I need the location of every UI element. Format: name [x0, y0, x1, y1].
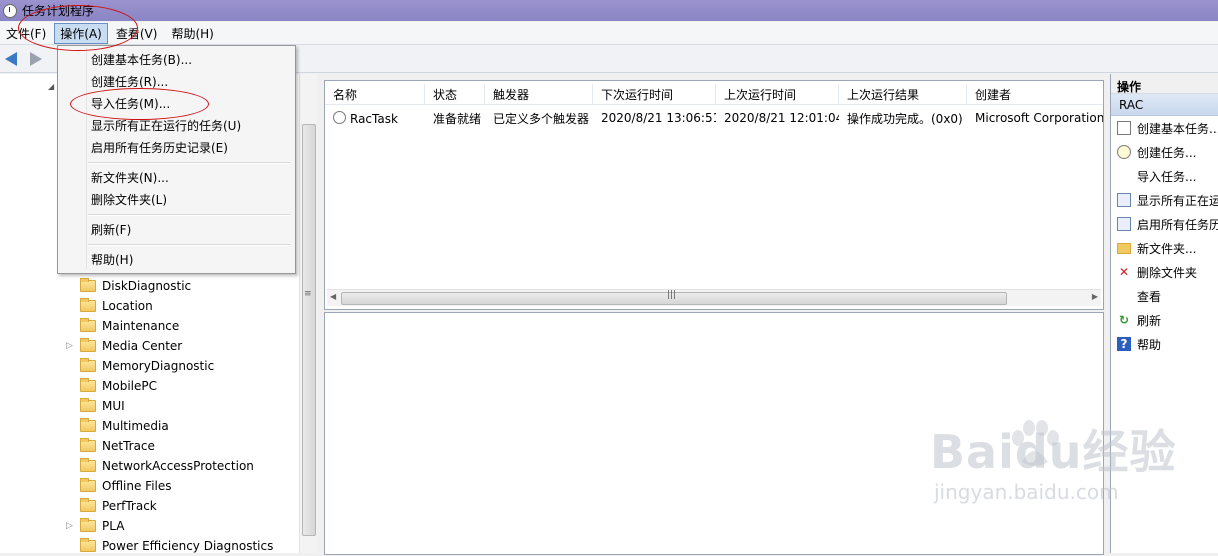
column-header[interactable]: 创建者	[967, 84, 1103, 104]
menu-separator	[88, 162, 291, 164]
column-header[interactable]: 触发器	[485, 84, 593, 104]
menu-item-delete-folder[interactable]: 删除文件夹(L)	[91, 189, 167, 209]
task-list[interactable]: 名称 状态 触发器 下次运行时间 上次运行时间 上次运行结果 创建者 RacTa…	[324, 80, 1104, 310]
action-delete-folder[interactable]: ✕ 删除文件夹	[1111, 260, 1218, 284]
title-bar: 任务计划程序	[0, 0, 1218, 21]
folder-icon	[80, 318, 96, 332]
action-import-task[interactable]: 导入任务...	[1111, 164, 1218, 188]
menu-bar: 文件(F) 操作(A) 查看(V) 帮助(H)	[0, 22, 1218, 45]
menu-item-new-folder[interactable]: 新文件夹(N)...	[91, 167, 169, 187]
menu-item-import-task[interactable]: 导入任务(M)...	[91, 93, 170, 113]
watermark-brand: Baidu经验	[930, 425, 1177, 479]
action-view[interactable]: 查看	[1111, 284, 1218, 308]
folder-icon	[80, 478, 96, 492]
action-refresh[interactable]: ↻ 刷新	[1111, 308, 1218, 332]
tree-item[interactable]: ▷ PLA	[66, 516, 124, 536]
back-arrow-icon[interactable]	[5, 52, 17, 66]
action-help[interactable]: ? 帮助	[1111, 332, 1218, 356]
menu-separator	[88, 214, 291, 216]
menu-view[interactable]: 查看(V)	[110, 23, 164, 44]
tree-item[interactable]: Maintenance	[66, 316, 179, 336]
folder-icon	[80, 278, 96, 292]
menu-item-enable-history[interactable]: 启用所有任务历史记录(E)	[91, 137, 228, 157]
menu-help[interactable]: 帮助(H)	[165, 23, 219, 44]
folder-icon	[80, 538, 96, 552]
menu-item-show-running-tasks[interactable]: 显示所有正在运行的任务(U)	[91, 115, 241, 135]
delete-icon: ✕	[1118, 265, 1130, 279]
tree-item[interactable]: NetTrace	[66, 436, 155, 456]
scroll-right-icon[interactable]: ▶	[1092, 292, 1098, 301]
folder-icon	[80, 338, 96, 352]
help-icon: ?	[1117, 337, 1131, 351]
scroll-grip-icon: ≡	[304, 289, 312, 299]
actions-panel-header: 操作	[1111, 74, 1218, 94]
tree-item[interactable]: ▷ Media Center	[66, 336, 182, 356]
action-enable-history[interactable]: 启用所有任务历史记录	[1111, 212, 1218, 236]
tree-vertical-scrollbar[interactable]: ≡	[299, 74, 317, 553]
tree-item[interactable]: PerfTrack	[66, 496, 157, 516]
scroll-left-icon[interactable]: ◀	[330, 292, 336, 301]
expand-arrow-icon[interactable]: ▷	[66, 341, 76, 351]
action-show-running-tasks[interactable]: 显示所有正在运行的任务	[1111, 188, 1218, 212]
column-header[interactable]: 下次运行时间	[593, 84, 716, 104]
menu-file[interactable]: 文件(F)	[0, 23, 52, 44]
folder-icon	[80, 358, 96, 372]
tree-item[interactable]: MUI	[66, 396, 125, 416]
list-icon	[1117, 193, 1131, 207]
tree-item[interactable]: MemoryDiagnostic	[66, 356, 214, 376]
folder-icon	[80, 458, 96, 472]
baidu-watermark: Baidu经验 jingyan.baidu.com	[930, 416, 1177, 504]
action-dropdown-menu: 创建基本任务(B)... 创建任务(R)... 导入任务(M)... 显示所有正…	[57, 45, 296, 274]
tree-item[interactable]: DiskDiagnostic	[66, 276, 191, 296]
tree-item[interactable]: MobilePC	[66, 376, 157, 396]
task-list-horizontal-scrollbar[interactable]: ◀ ||| ▶	[327, 289, 1101, 306]
folder-icon	[80, 498, 96, 512]
folder-icon	[80, 518, 96, 532]
history-icon	[1117, 217, 1131, 231]
folder-icon	[80, 378, 96, 392]
folder-icon	[1117, 242, 1131, 254]
menu-item-help[interactable]: 帮助(H)	[91, 249, 133, 269]
folder-icon	[80, 298, 96, 312]
menu-action[interactable]: 操作(A)	[54, 22, 108, 44]
action-create-basic-task[interactable]: 创建基本任务...	[1111, 116, 1218, 140]
folder-icon	[80, 438, 96, 452]
watermark-domain: jingyan.baidu.com	[934, 480, 1119, 504]
table-row[interactable]: RacTask 准备就绪 已定义多个触发器 2020/8/21 13:06:51…	[325, 108, 1103, 128]
window-title: 任务计划程序	[22, 4, 95, 18]
tree-item[interactable]: NetworkAccessProtection	[66, 456, 254, 476]
tree-item[interactable]: Location	[66, 296, 153, 316]
actions-group-rac[interactable]: RAC	[1111, 94, 1218, 116]
action-new-folder[interactable]: 新文件夹...	[1111, 236, 1218, 260]
task-scheduler-icon	[3, 3, 17, 18]
column-header[interactable]: 上次运行结果	[839, 84, 967, 104]
tree-item[interactable]: Offline Files	[66, 476, 172, 496]
tree-item[interactable]: Multimedia	[66, 416, 169, 436]
clock-icon	[1117, 145, 1131, 159]
folder-icon	[80, 398, 96, 412]
action-create-task[interactable]: 创建任务...	[1111, 140, 1218, 164]
task-icon	[1117, 121, 1131, 135]
task-clock-icon	[333, 110, 346, 124]
folder-icon	[80, 418, 96, 432]
column-header[interactable]: 上次运行时间	[716, 84, 839, 104]
menu-item-refresh[interactable]: 刷新(F)	[91, 219, 131, 239]
task-list-header: 名称 状态 触发器 下次运行时间 上次运行时间 上次运行结果 创建者	[325, 84, 1103, 105]
menu-item-create-basic-task[interactable]: 创建基本任务(B)...	[91, 49, 192, 69]
expand-arrow-icon[interactable]: ▷	[66, 521, 76, 531]
refresh-icon: ↻	[1118, 313, 1130, 327]
menu-separator	[88, 244, 291, 246]
scroll-grip-icon: |||	[667, 290, 677, 300]
tree-item[interactable]: Power Efficiency Diagnostics	[66, 536, 273, 556]
menu-item-create-task[interactable]: 创建任务(R)...	[91, 71, 168, 91]
forward-arrow-icon[interactable]	[30, 52, 42, 66]
scrollbar-thumb[interactable]	[302, 124, 316, 536]
column-header[interactable]: 状态	[425, 84, 485, 104]
column-header[interactable]: 名称	[325, 84, 425, 104]
collapse-triangle-icon[interactable]: ◢	[48, 82, 54, 91]
